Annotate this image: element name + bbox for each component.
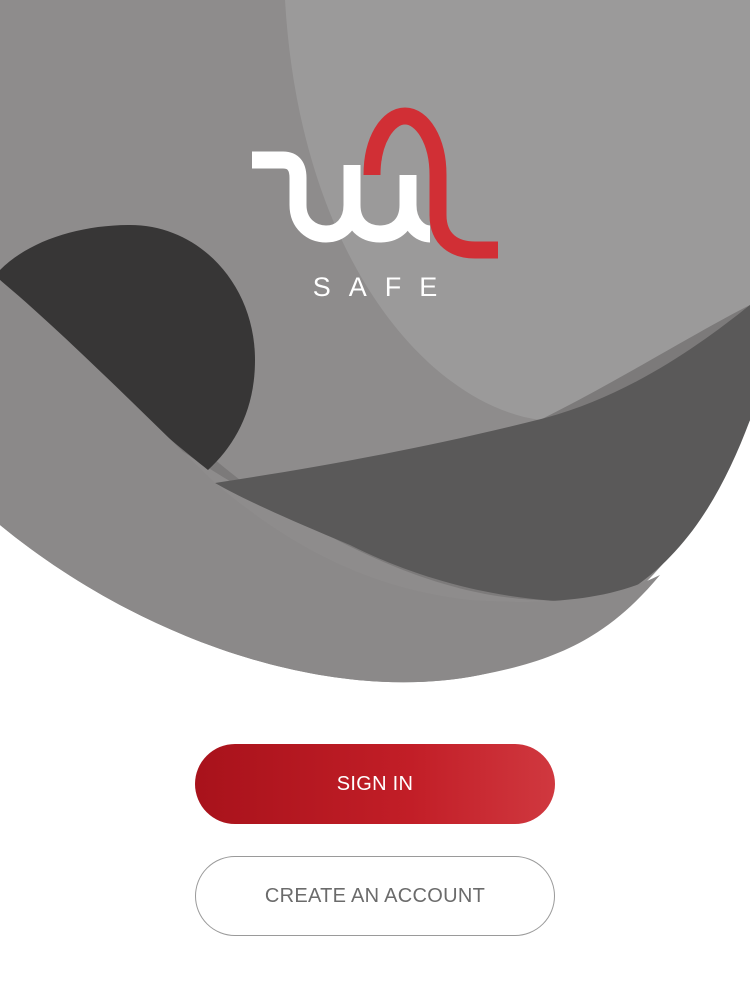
create-account-button[interactable]: CREATE AN ACCOUNT	[195, 856, 555, 936]
sign-in-button[interactable]: SIGN IN	[195, 744, 555, 824]
welcome-screen: SAFE SIGN IN CREATE AN ACCOUNT	[0, 0, 750, 1000]
hero-artwork	[0, 0, 750, 683]
brand-wordmark: SAFE	[312, 272, 456, 302]
